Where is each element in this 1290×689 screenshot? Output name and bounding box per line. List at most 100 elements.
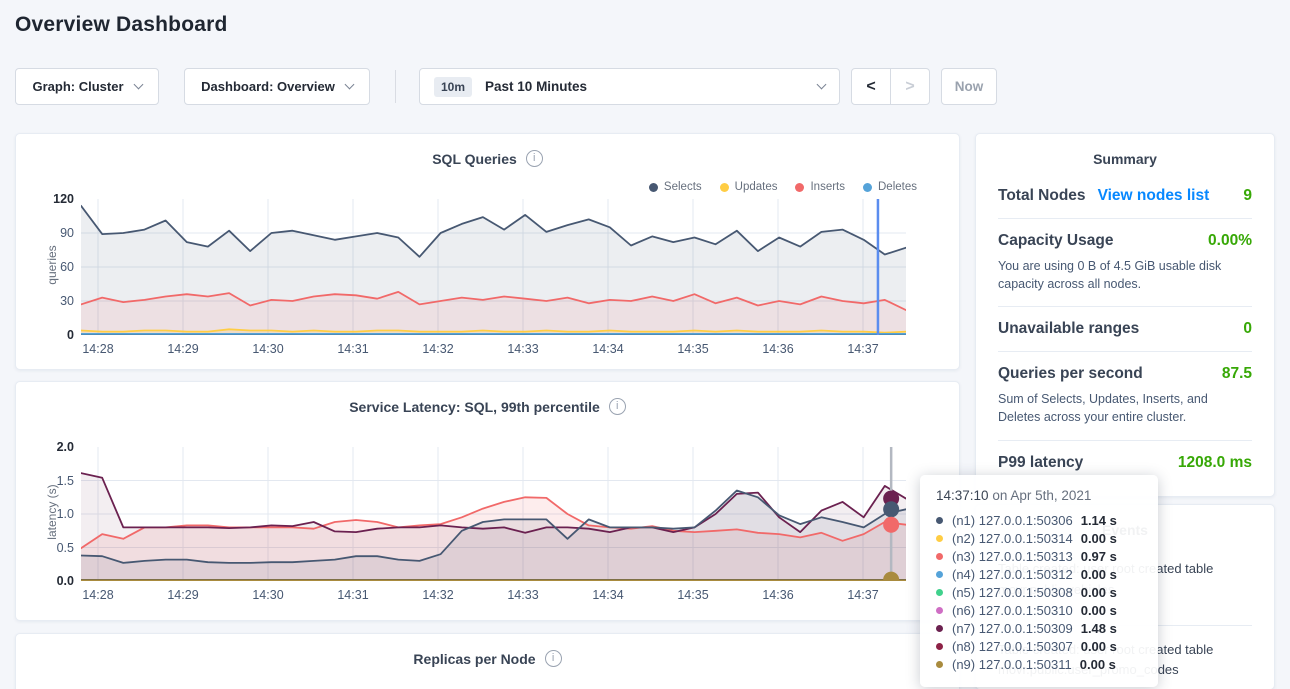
- time-pan-group: < >: [851, 68, 930, 105]
- chart-title-service-latency: Service Latency: SQL, 99th percentile: [349, 399, 600, 415]
- chart-legend: Selects Updates Inserts Deletes: [649, 181, 917, 193]
- tooltip-node-row: (n6) 127.0.0.1:50310 0.00 s: [936, 601, 1142, 619]
- tooltip-node-address: (n7) 127.0.0.1:50309: [952, 621, 1073, 636]
- tooltip-node-address: (n9) 127.0.0.1:50311: [952, 657, 1072, 672]
- summary-metric-subtext: You are using 0 B of 4.5 GiB usable disk…: [998, 257, 1252, 293]
- legend-item-deletes[interactable]: Deletes: [863, 181, 917, 193]
- x-axis-tick: 14:37: [828, 342, 898, 356]
- info-icon[interactable]: i: [545, 650, 562, 667]
- tooltip-node-latency: 1.14 s: [1081, 513, 1117, 528]
- x-axis-tick: 14:29: [148, 588, 218, 602]
- y-axis-tick: 1.5: [30, 474, 74, 488]
- tooltip-node-latency: 0.97 s: [1081, 549, 1117, 564]
- tooltip-node-address: (n3) 127.0.0.1:50313: [952, 549, 1073, 564]
- x-axis-tick: 14:37: [828, 588, 898, 602]
- node-color-dot-icon: [936, 571, 943, 578]
- x-axis-tick: 14:34: [573, 342, 643, 356]
- chart-plot-area[interactable]: [81, 199, 906, 335]
- x-axis-tick: 14:33: [488, 342, 558, 356]
- time-prev-button[interactable]: <: [851, 68, 891, 105]
- time-range-dropdown[interactable]: 10m Past 10 Minutes: [419, 68, 840, 105]
- graph-scope-dropdown[interactable]: Graph: Cluster: [15, 68, 159, 105]
- tooltip-node-latency: 0.00 s: [1081, 567, 1117, 582]
- y-axis-tick: 0: [30, 328, 74, 342]
- legend-dot-icon: [649, 183, 658, 192]
- node-color-dot-icon: [936, 643, 943, 650]
- chevron-down-icon: [817, 80, 827, 90]
- page-title: Overview Dashboard: [15, 13, 228, 37]
- tooltip-node-address: (n1) 127.0.0.1:50306: [952, 513, 1073, 528]
- summary-metric-label: P99 latency: [998, 454, 1083, 472]
- tooltip-node-row: (n7) 127.0.0.1:50309 1.48 s: [936, 619, 1142, 637]
- time-next-button[interactable]: >: [890, 68, 930, 105]
- tooltip-node-address: (n5) 127.0.0.1:50308: [952, 585, 1073, 600]
- x-axis-tick: 14:36: [743, 588, 813, 602]
- summary-metric-label: Queries per second: [998, 365, 1143, 383]
- y-axis-tick: 120: [30, 192, 74, 206]
- time-range-label: Past 10 Minutes: [485, 79, 587, 94]
- time-now-button[interactable]: Now: [941, 68, 997, 105]
- x-axis-tick: 14:33: [488, 588, 558, 602]
- dashboard-label: Dashboard: Overview: [201, 79, 335, 94]
- x-axis-tick: 14:32: [403, 588, 473, 602]
- node-color-dot-icon: [936, 661, 943, 668]
- x-axis-tick: 14:31: [318, 588, 388, 602]
- tooltip-node-address: (n8) 127.0.0.1:50307: [952, 639, 1073, 654]
- summary-metric-value: 0: [1243, 320, 1252, 338]
- info-icon[interactable]: i: [526, 150, 543, 167]
- tooltip-node-latency: 0.00 s: [1081, 531, 1117, 546]
- summary-metric-value: 1208.0 ms: [1178, 454, 1252, 472]
- tooltip-node-row: (n2) 127.0.0.1:50314 0.00 s: [936, 529, 1142, 547]
- x-axis-tick: 14:30: [233, 342, 303, 356]
- time-range-badge: 10m: [434, 77, 472, 97]
- summary-row-capacity-usage: Capacity Usage 0.00% You are using 0 B of …: [998, 219, 1252, 307]
- tooltip-node-address: (n4) 127.0.0.1:50312: [952, 567, 1073, 582]
- tooltip-node-row: (n5) 127.0.0.1:50308 0.00 s: [936, 583, 1142, 601]
- legend-dot-icon: [863, 183, 872, 192]
- x-axis-tick: 14:31: [318, 342, 388, 356]
- legend-item-selects[interactable]: Selects: [649, 181, 702, 193]
- summary-row-queries-per-second: Queries per second 87.5 Sum of Selects, Up…: [998, 352, 1252, 440]
- view-nodes-list-link[interactable]: View nodes list: [1098, 187, 1210, 205]
- node-color-dot-icon: [936, 517, 943, 524]
- x-axis-tick: 14:34: [573, 588, 643, 602]
- summary-title: Summary: [976, 134, 1274, 174]
- summary-panel: Summary Total Nodes View nodes list 9 Capac…: [975, 133, 1275, 497]
- chart-title-replicas-per-node: Replicas per Node: [413, 651, 535, 667]
- chevron-down-icon: [344, 80, 354, 90]
- info-icon[interactable]: i: [609, 398, 626, 415]
- summary-metric-value: 0.00%: [1208, 232, 1252, 250]
- dashboard-dropdown[interactable]: Dashboard: Overview: [184, 68, 370, 105]
- tooltip-node-latency: 0.00 s: [1081, 585, 1117, 600]
- legend-dot-icon: [720, 183, 729, 192]
- y-axis-tick: 0.5: [30, 541, 74, 555]
- summary-metric-subtext: Sum of Selects, Updates, Inserts, and De…: [998, 390, 1252, 426]
- summary-metric-label: Capacity Usage: [998, 232, 1113, 250]
- summary-row-total-nodes: Total Nodes View nodes list 9: [998, 174, 1252, 219]
- summary-metric-label: Total Nodes: [998, 187, 1086, 205]
- node-color-dot-icon: [936, 535, 943, 542]
- tooltip-node-address: (n6) 127.0.0.1:50310: [952, 603, 1073, 618]
- y-axis-tick: 90: [30, 226, 74, 240]
- tooltip-timestamp: 14:37:10 on Apr 5th, 2021: [936, 488, 1142, 503]
- legend-item-updates[interactable]: Updates: [720, 181, 778, 193]
- x-axis-tick: 14:35: [658, 342, 728, 356]
- legend-item-inserts[interactable]: Inserts: [795, 181, 845, 193]
- tooltip-node-address: (n2) 127.0.0.1:50314: [952, 531, 1073, 546]
- summary-row-unavailable-ranges: Unavailable ranges0: [998, 307, 1252, 352]
- summary-metric-value: 9: [1243, 187, 1252, 205]
- node-color-dot-icon: [936, 589, 943, 596]
- node-color-dot-icon: [936, 625, 943, 632]
- x-axis-tick: 14:30: [233, 588, 303, 602]
- x-axis-tick: 14:36: [743, 342, 813, 356]
- x-axis-tick: 14:28: [63, 588, 133, 602]
- chevron-down-icon: [133, 80, 143, 90]
- overview-dashboard-page: Overview Dashboard Graph: Cluster Dashbo…: [0, 0, 1290, 689]
- x-axis-tick: 14:29: [148, 342, 218, 356]
- tooltip-node-latency: 0.00 s: [1081, 603, 1117, 618]
- tooltip-node-latency: 1.48 s: [1081, 621, 1117, 636]
- toolbar-divider: [395, 70, 396, 103]
- summary-metric-value: 87.5: [1222, 365, 1252, 383]
- legend-dot-icon: [795, 183, 804, 192]
- chart-plot-area[interactable]: [81, 447, 906, 581]
